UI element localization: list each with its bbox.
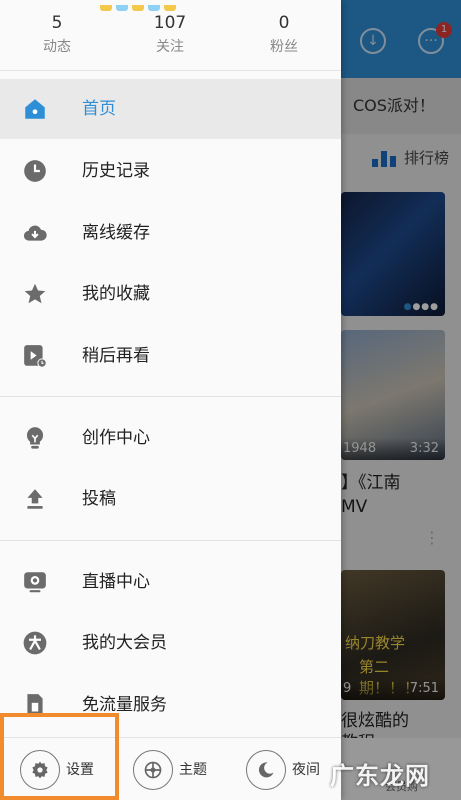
vip-icon bbox=[22, 630, 48, 656]
menu-label: 首页 bbox=[82, 99, 116, 119]
navigation-drawer: 5 动态 107 关注 0 粉丝 首页 历史记录 离线缓存 我的收藏 稍后再看 … bbox=[0, 0, 341, 800]
menu-item-creator-center[interactable]: 创作中心 bbox=[0, 408, 341, 468]
lightbulb-icon bbox=[22, 425, 48, 451]
cloud-download-icon bbox=[22, 220, 48, 246]
watermark: 广东龙网 bbox=[330, 762, 430, 790]
menu-label: 稍后再看 bbox=[82, 346, 150, 366]
menu-label: 创作中心 bbox=[82, 428, 150, 448]
menu-label: 历史记录 bbox=[82, 161, 150, 181]
night-label: 夜间 bbox=[292, 762, 320, 778]
stat-dynamics[interactable]: 5 动态 bbox=[17, 12, 97, 58]
divider bbox=[0, 396, 341, 397]
menu-label: 投稿 bbox=[82, 489, 116, 509]
divider bbox=[0, 540, 341, 541]
home-icon bbox=[22, 96, 48, 122]
stat-value: 0 bbox=[278, 13, 290, 33]
menu-item-upload[interactable]: 投稿 bbox=[0, 469, 341, 529]
stat-value: 107 bbox=[153, 13, 187, 33]
menu-label: 直播中心 bbox=[82, 572, 150, 592]
highlight-box bbox=[0, 713, 119, 800]
menu-item-offline-cache[interactable]: 离线缓存 bbox=[0, 203, 341, 263]
menu-label: 我的收藏 bbox=[82, 284, 150, 304]
clock-icon bbox=[22, 158, 48, 184]
divider bbox=[0, 70, 341, 71]
menu-item-watch-later[interactable]: 稍后再看 bbox=[0, 326, 341, 386]
menu-label: 我的大会员 bbox=[82, 633, 167, 653]
star-icon bbox=[22, 281, 48, 307]
menu-item-live-center[interactable]: 直播中心 bbox=[0, 552, 341, 612]
upload-icon bbox=[22, 486, 48, 512]
menu-label: 离线缓存 bbox=[82, 223, 150, 243]
menu-item-home[interactable]: 首页 bbox=[0, 79, 341, 139]
user-stats: 5 动态 107 关注 0 粉丝 bbox=[0, 0, 341, 70]
stat-label: 关注 bbox=[156, 39, 184, 55]
watch-later-icon bbox=[22, 343, 48, 369]
menu-item-favorites[interactable]: 我的收藏 bbox=[0, 264, 341, 324]
stat-label: 动态 bbox=[43, 39, 71, 55]
theme-icon bbox=[133, 750, 173, 790]
theme-label: 主题 bbox=[179, 762, 207, 778]
stat-value: 5 bbox=[51, 13, 63, 33]
moon-icon bbox=[246, 750, 286, 790]
menu-item-history[interactable]: 历史记录 bbox=[0, 141, 341, 201]
menu-item-vip[interactable]: 我的大会员 bbox=[0, 613, 341, 673]
stat-followers[interactable]: 0 粉丝 bbox=[244, 12, 324, 58]
live-tv-icon bbox=[22, 569, 48, 595]
stat-label: 粉丝 bbox=[270, 39, 298, 55]
stat-following[interactable]: 107 关注 bbox=[130, 12, 210, 58]
